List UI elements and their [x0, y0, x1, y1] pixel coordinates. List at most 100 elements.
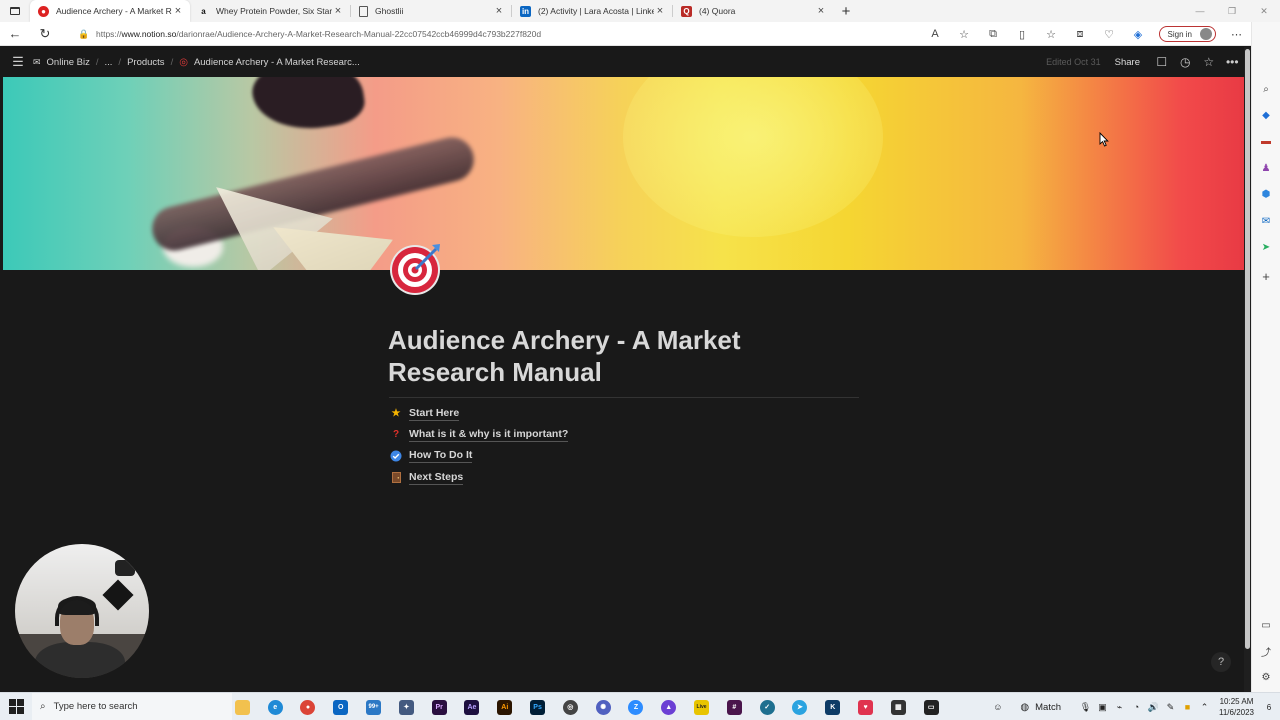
minimize-icon[interactable]: — — [1184, 0, 1216, 22]
back-arrow-icon[interactable]: ← — [0, 26, 30, 41]
page-link-next-steps[interactable]: Next Steps — [388, 467, 858, 488]
hide-sidebar-icon[interactable]: ▭ — [1259, 618, 1273, 632]
taskbar-photoshop[interactable]: Ps — [521, 693, 554, 720]
share-button[interactable]: Share — [1115, 57, 1140, 68]
taskbar-file-explorer[interactable] — [226, 693, 259, 720]
performance-icon[interactable]: ♡ — [1095, 28, 1124, 41]
taskbar-illustrator[interactable]: Ai — [488, 693, 521, 720]
search-icon[interactable]: ⌕ — [1259, 82, 1273, 96]
taskbar-outlook[interactable]: O — [324, 693, 357, 720]
microsoft-365-icon[interactable]: ⬢ — [1259, 187, 1273, 201]
taskbar-slack[interactable]: # — [718, 693, 751, 720]
favorites-icon[interactable]: ☆ — [1037, 28, 1066, 41]
sidebar-settings-gear-icon[interactable]: ⚙ — [1259, 670, 1273, 684]
history-clock-icon[interactable]: ◷ — [1174, 55, 1198, 69]
add-sidebar-app-icon[interactable]: + — [1259, 269, 1273, 284]
breadcrumb-online-biz[interactable]: Online Biz — [47, 57, 90, 68]
page-title[interactable]: Audience Archery - A Market Research Man… — [388, 324, 858, 388]
split-screen-icon[interactable]: ▯ — [1008, 28, 1037, 41]
page-scrollbar[interactable] — [1244, 47, 1251, 692]
tab-close-icon[interactable]: × — [332, 5, 344, 17]
extensions-icon[interactable]: ⧉ — [979, 28, 1008, 41]
taskbar-live[interactable]: Live — [685, 693, 718, 720]
people-icon[interactable]: ☺ — [989, 702, 1006, 712]
tab-ghostlii[interactable]: Ghostlii × — [351, 0, 511, 22]
collections-icon[interactable]: ⧈ — [1066, 28, 1095, 41]
taskbar-mail[interactable]: 99+ — [357, 693, 390, 720]
taskbar-app-bird[interactable]: ✓ — [751, 693, 784, 720]
taskbar-telegram[interactable]: ➤ — [784, 693, 817, 720]
tray-color-icon[interactable]: ■ — [1179, 702, 1196, 712]
drop-icon[interactable]: ➤ — [1259, 240, 1273, 254]
notification-count-badge[interactable]: 6 — [1262, 703, 1276, 712]
help-button[interactable]: ? — [1211, 652, 1231, 672]
taskbar-clock[interactable]: 10:25 AM 11/6/2023 — [1219, 696, 1254, 718]
read-aloud-icon[interactable]: A — [921, 28, 950, 40]
breadcrumb-ellipsis[interactable]: ... — [105, 57, 113, 68]
taskbar-app-circle[interactable]: ◎ — [554, 693, 587, 720]
taskbar-app-k[interactable]: K — [816, 693, 849, 720]
outlook-icon: O — [333, 699, 349, 715]
taskbar-app-dark[interactable]: ▦ — [882, 693, 915, 720]
sidebar-toggle-icon[interactable]: ☰ — [3, 54, 33, 70]
restore-icon[interactable]: ❐ — [1216, 0, 1248, 22]
dart-target-icon[interactable] — [388, 241, 444, 297]
volume-icon[interactable]: 🔊 — [1145, 702, 1162, 713]
new-tab-button[interactable]: + — [833, 3, 859, 20]
breadcrumb-products[interactable]: Products — [127, 57, 165, 68]
microphone-icon[interactable]: 🎙 — [1077, 702, 1094, 713]
tab-close-icon[interactable]: × — [172, 5, 184, 17]
tab-linkedin[interactable]: in (2) Activity | Lara Acosta | LinkedI … — [512, 0, 672, 22]
tray-app-icon[interactable]: ◔ — [1128, 702, 1145, 712]
taskbar-app-blue[interactable]: ✦ — [390, 693, 423, 720]
weather-widget[interactable]: ◍ Match — [1020, 702, 1061, 713]
shopping-tag-icon[interactable]: ◆ — [1259, 108, 1273, 122]
sign-in-button[interactable]: Sign in — [1158, 26, 1216, 42]
page-link-how-to-do-it[interactable]: How To Do It — [388, 446, 858, 467]
taskbar-after-effects[interactable]: Ae — [456, 693, 489, 720]
page-link-start-here[interactable]: ★ Start Here — [388, 403, 858, 424]
display-icon[interactable]: ▣ — [1094, 702, 1111, 713]
taskbar-app-purple[interactable]: ▲ — [652, 693, 685, 720]
page-link-label[interactable]: What is it & why is it important? — [409, 428, 569, 442]
network-icon[interactable]: ⌁ — [1111, 702, 1128, 713]
open-external-icon[interactable]: ⤴ — [1259, 644, 1273, 659]
more-options-icon[interactable]: ••• — [1221, 55, 1245, 69]
pen-icon[interactable]: ✎ — [1162, 702, 1179, 713]
games-icon[interactable]: ♟ — [1259, 161, 1273, 175]
page-link-label[interactable]: Start Here — [409, 407, 460, 421]
page-link-label[interactable]: Next Steps — [409, 471, 464, 485]
tab-whey-protein[interactable]: a Whey Protein Powder, Six Star 10 × — [190, 0, 350, 22]
outlook-icon[interactable]: ✉ — [1259, 214, 1273, 228]
windows-start-button[interactable] — [0, 693, 32, 720]
copilot-icon[interactable]: ◈ — [1124, 28, 1153, 41]
tab-quora[interactable]: Q (4) Quora × — [673, 0, 833, 22]
more-menu-icon[interactable]: ⋯ — [1222, 28, 1251, 41]
scrollbar-thumb[interactable] — [1245, 49, 1250, 649]
taskbar-search-box[interactable]: ⌕ Type here to search — [32, 692, 232, 720]
tab-close-icon[interactable]: × — [493, 5, 505, 17]
window-menu-icon[interactable] — [0, 0, 30, 22]
breadcrumb-current-page[interactable]: Audience Archery - A Market Researc... — [194, 57, 360, 68]
comments-icon[interactable]: ☐ — [1150, 55, 1174, 69]
close-window-icon[interactable]: ✕ — [1248, 0, 1280, 22]
favorite-star-icon[interactable]: ☆ — [1197, 55, 1221, 69]
tab-close-icon[interactable]: × — [815, 5, 827, 17]
taskbar-premiere[interactable]: Pr — [423, 693, 456, 720]
search-placeholder: Type here to search — [53, 701, 138, 712]
tab-close-icon[interactable]: × — [654, 5, 666, 17]
page-link-what-is-it[interactable]: ? What is it & why is it important? — [388, 424, 858, 445]
tools-briefcase-icon[interactable]: ▬ — [1259, 134, 1273, 148]
show-hidden-icons-chevron-icon[interactable]: ⌃ — [1196, 702, 1213, 713]
favorite-star-icon[interactable]: ☆ — [950, 28, 979, 41]
url-field[interactable]: 🔒 https://www.notion.so/darionrae/Audien… — [78, 25, 968, 43]
tab-audience-archery[interactable]: ● Audience Archery - A Market Re × — [30, 0, 190, 22]
taskbar-zoom[interactable]: Z — [620, 693, 653, 720]
page-link-label[interactable]: How To Do It — [409, 449, 473, 464]
taskbar-chrome[interactable]: ● — [292, 693, 325, 720]
taskbar-app-gear[interactable]: ✺ — [587, 693, 620, 720]
refresh-icon[interactable]: ↻ — [30, 26, 60, 42]
taskbar-app-heart[interactable]: ♥ — [849, 693, 882, 720]
taskbar-app-monitor[interactable]: ▭ — [915, 693, 948, 720]
taskbar-edge[interactable]: e — [259, 693, 292, 720]
